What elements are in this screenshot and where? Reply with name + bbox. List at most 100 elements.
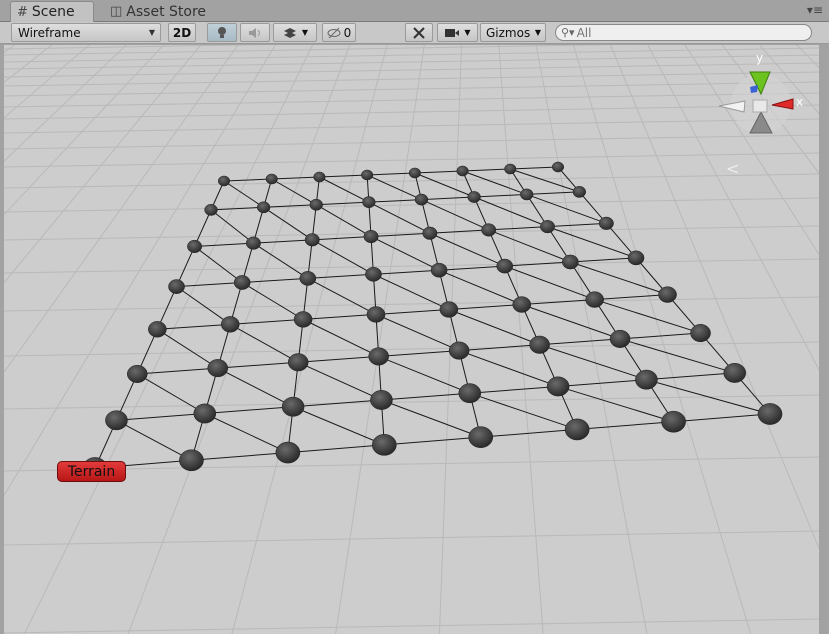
mesh-vertex-handle[interactable] (287, 353, 309, 372)
mesh-vertex-handle[interactable] (496, 258, 514, 274)
mesh-edge (462, 170, 527, 195)
mesh-vertex-handle[interactable] (551, 161, 565, 173)
effects-dropdown[interactable]: ▼ (273, 23, 317, 42)
mesh-vertex-handle[interactable] (293, 311, 313, 328)
mesh-vertex-handle[interactable] (148, 321, 167, 338)
mesh-vertex-handle[interactable] (105, 410, 128, 431)
mesh-edge (381, 399, 481, 438)
mesh-vertex-handle[interactable] (757, 403, 783, 425)
mesh-vertex-handle[interactable] (233, 275, 251, 290)
mesh-vertex-handle[interactable] (275, 441, 301, 464)
mesh-vertex-handle[interactable] (439, 301, 459, 318)
mesh-edge (381, 392, 470, 401)
mesh-edge (367, 172, 415, 176)
mesh-vertex-handle[interactable] (187, 239, 203, 254)
camera-settings-dropdown[interactable]: ▼ (437, 23, 478, 42)
unity-scene-window: # Scene ◫ Asset Store ▾≡ Wireframe ▼ 2D … (0, 0, 829, 634)
mesh-vertex-handle[interactable] (371, 434, 397, 456)
scene-viewport[interactable]: y x < Terrain (4, 45, 819, 634)
mesh-vertex-handle[interactable] (504, 163, 517, 175)
mesh-vertex-handle[interactable] (370, 390, 393, 410)
mode-2d-button[interactable]: 2D (168, 23, 196, 42)
mesh-vertex-handle[interactable] (245, 236, 261, 250)
mesh-edge (373, 269, 440, 275)
mesh-vertex-handle[interactable] (540, 220, 555, 234)
mesh-vertex-handle[interactable] (572, 185, 586, 198)
mesh-vertex-handle[interactable] (361, 169, 374, 181)
gizmo-center-cube[interactable] (752, 99, 768, 113)
mesh-edge (510, 166, 559, 170)
mesh-vertex-handle[interactable] (207, 359, 228, 378)
mesh-vertex-handle[interactable] (609, 329, 631, 348)
mesh-vertex-handle[interactable] (179, 449, 204, 472)
mesh-vertex-handle[interactable] (512, 296, 532, 313)
mesh-vertex-handle[interactable] (193, 403, 217, 424)
tab-scene[interactable]: # Scene (10, 1, 94, 22)
mesh-vertex-handle[interactable] (313, 171, 326, 183)
mesh-vertex-handle[interactable] (408, 167, 421, 179)
search-input[interactable] (576, 25, 797, 40)
lighting-toggle-button[interactable] (207, 23, 237, 42)
mesh-vertex-handle[interactable] (635, 369, 658, 390)
mesh-vertex-handle[interactable] (217, 175, 231, 187)
mesh-vertex-handle[interactable] (309, 198, 323, 211)
shading-mode-dropdown[interactable]: Wireframe ▼ (11, 23, 161, 42)
mesh-vertex-handle[interactable] (365, 266, 382, 282)
mesh-edge (366, 174, 422, 201)
mesh-vertex-handle[interactable] (546, 376, 570, 397)
tools-icon (413, 26, 425, 39)
tools-button[interactable] (405, 23, 433, 42)
mesh-edge (378, 350, 460, 357)
mesh-edge (480, 428, 578, 438)
grid-line (335, 45, 425, 634)
mesh-vertex-handle[interactable] (690, 324, 711, 343)
hidden-objects-toggle[interactable]: 0 (322, 23, 356, 42)
chevron-down-icon: ▼ (464, 28, 471, 37)
mesh-vertex-handle[interactable] (368, 347, 389, 366)
mesh-vertex-handle[interactable] (220, 316, 240, 333)
grid-line (4, 152, 819, 168)
mesh-vertex-handle[interactable] (564, 418, 590, 441)
mesh-vertex-handle[interactable] (168, 279, 185, 294)
mesh-vertex-handle[interactable] (481, 223, 497, 237)
mesh-vertex-handle[interactable] (661, 410, 686, 433)
mesh-vertex-handle[interactable] (456, 165, 469, 177)
mesh-vertex-handle[interactable] (520, 188, 534, 201)
mesh-edge (292, 406, 385, 446)
projection-indicator-icon[interactable]: < (726, 159, 739, 178)
mesh-vertex-handle[interactable] (658, 286, 677, 303)
mesh-vertex-handle[interactable] (256, 201, 271, 214)
mesh-vertex-handle[interactable] (529, 335, 550, 354)
mesh-vertex-handle[interactable] (598, 216, 614, 230)
tab-asset-store[interactable]: ◫ Asset Store (104, 1, 214, 22)
mesh-vertex-handle[interactable] (468, 426, 494, 448)
scene-canvas[interactable]: y x < (4, 45, 819, 634)
mesh-vertex-handle[interactable] (422, 226, 438, 240)
mesh-vertex-handle[interactable] (448, 341, 470, 360)
scene-search[interactable]: ⚲▾ (555, 24, 812, 41)
mesh-vertex-handle[interactable] (265, 173, 278, 185)
mesh-vertex-handle[interactable] (562, 254, 579, 270)
mesh-vertex-handle[interactable] (430, 262, 448, 278)
viewport-edge (819, 45, 829, 634)
mesh-vertex-handle[interactable] (363, 229, 379, 244)
mesh-vertex-handle[interactable] (127, 364, 148, 383)
mesh-vertex-handle[interactable] (627, 250, 645, 266)
mesh-vertex-handle[interactable] (458, 383, 482, 404)
mesh-vertex-handle[interactable] (299, 271, 317, 286)
mesh-vertex-handle[interactable] (723, 363, 747, 383)
audio-toggle-button[interactable] (240, 23, 270, 42)
mesh-vertex-handle[interactable] (585, 291, 604, 308)
mesh-vertex-handle[interactable] (362, 196, 376, 209)
terrain-object-label[interactable]: Terrain (57, 461, 126, 482)
mesh-vertex-handle[interactable] (281, 396, 305, 417)
mesh-vertex-handle[interactable] (366, 306, 386, 323)
mesh-vertex-handle[interactable] (204, 204, 218, 216)
mesh-vertex-handle[interactable] (467, 191, 481, 203)
mesh-edge (370, 236, 440, 271)
mesh-vertex-handle[interactable] (304, 233, 320, 247)
gizmos-dropdown[interactable]: Gizmos ▼ (480, 23, 546, 42)
window-menu-icon[interactable]: ▾≡ (807, 3, 823, 17)
mesh-vertex-handle[interactable] (414, 193, 429, 206)
mesh-edge (194, 246, 243, 283)
